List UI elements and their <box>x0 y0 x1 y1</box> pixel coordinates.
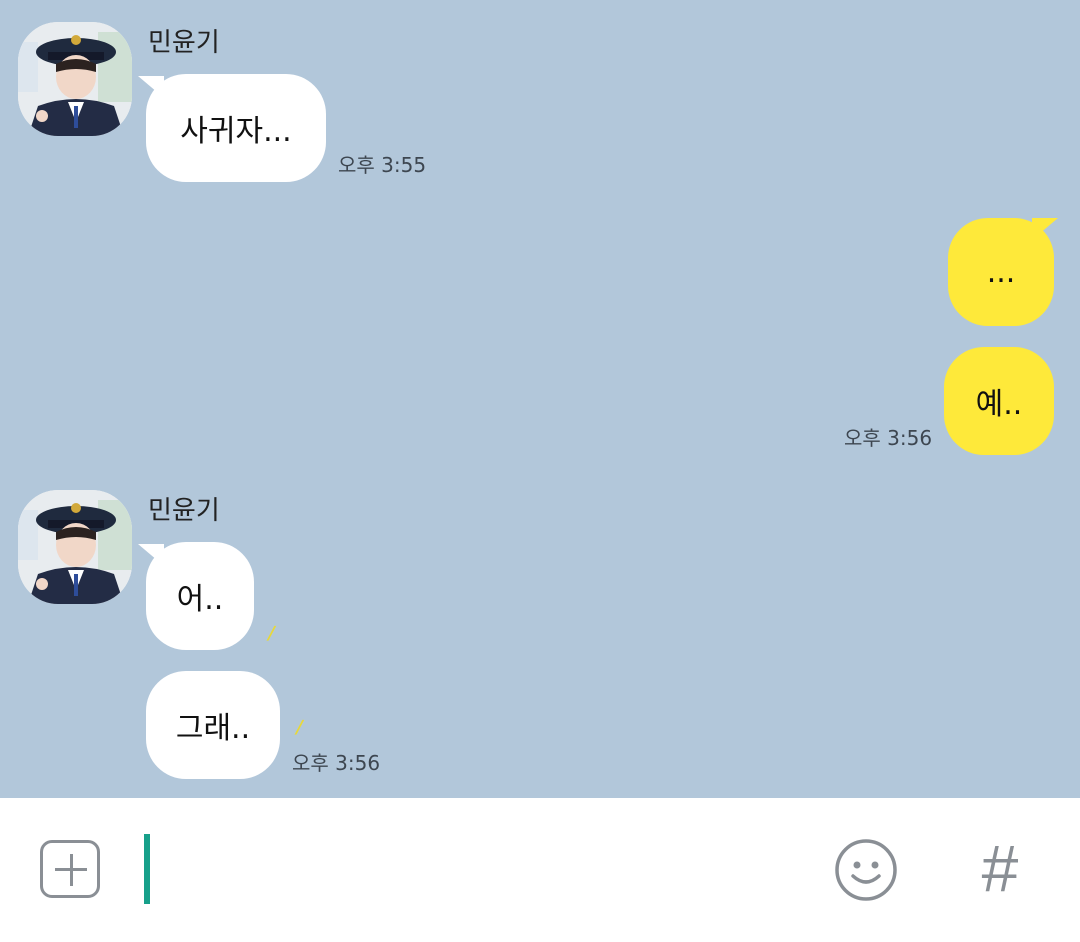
message-input-bar: # <box>0 798 1080 942</box>
message-text: 사귀자... <box>180 114 292 149</box>
message-text: 예.. <box>975 387 1023 422</box>
plus-icon[interactable] <box>40 840 100 898</box>
message-bubble[interactable]: 어.. <box>146 542 254 650</box>
chat-area[interactable]: 민윤기 사귀자... 오후 3:55 ... 예.. 오후 3:56 민윤기 어… <box>0 0 1080 798</box>
message-text: 그래.. <box>175 711 251 746</box>
text-cursor[interactable] <box>144 834 150 904</box>
message-time: 오후 3:55 <box>338 153 427 177</box>
contact-avatar[interactable] <box>18 490 132 604</box>
sender-name: 민윤기 <box>148 28 220 58</box>
message-bubble[interactable]: 예.. <box>944 347 1054 455</box>
message-text: 어.. <box>176 582 224 617</box>
message-time: 오후 3:56 <box>292 751 381 775</box>
avatar-image <box>18 22 132 136</box>
hashtag-button[interactable]: # <box>974 834 1026 902</box>
emoji-icon[interactable] <box>834 838 898 902</box>
contact-avatar[interactable] <box>18 22 132 136</box>
unread-mark: / <box>265 623 277 644</box>
unread-mark: / <box>293 717 305 738</box>
message-bubble[interactable]: 그래.. <box>146 671 280 779</box>
message-time: 오후 3:56 <box>844 426 933 450</box>
avatar-image <box>18 490 132 604</box>
sender-name: 민윤기 <box>148 496 220 526</box>
message-bubble[interactable]: ... <box>948 218 1054 326</box>
message-text: ... <box>986 254 1016 290</box>
message-bubble[interactable]: 사귀자... <box>146 74 326 182</box>
